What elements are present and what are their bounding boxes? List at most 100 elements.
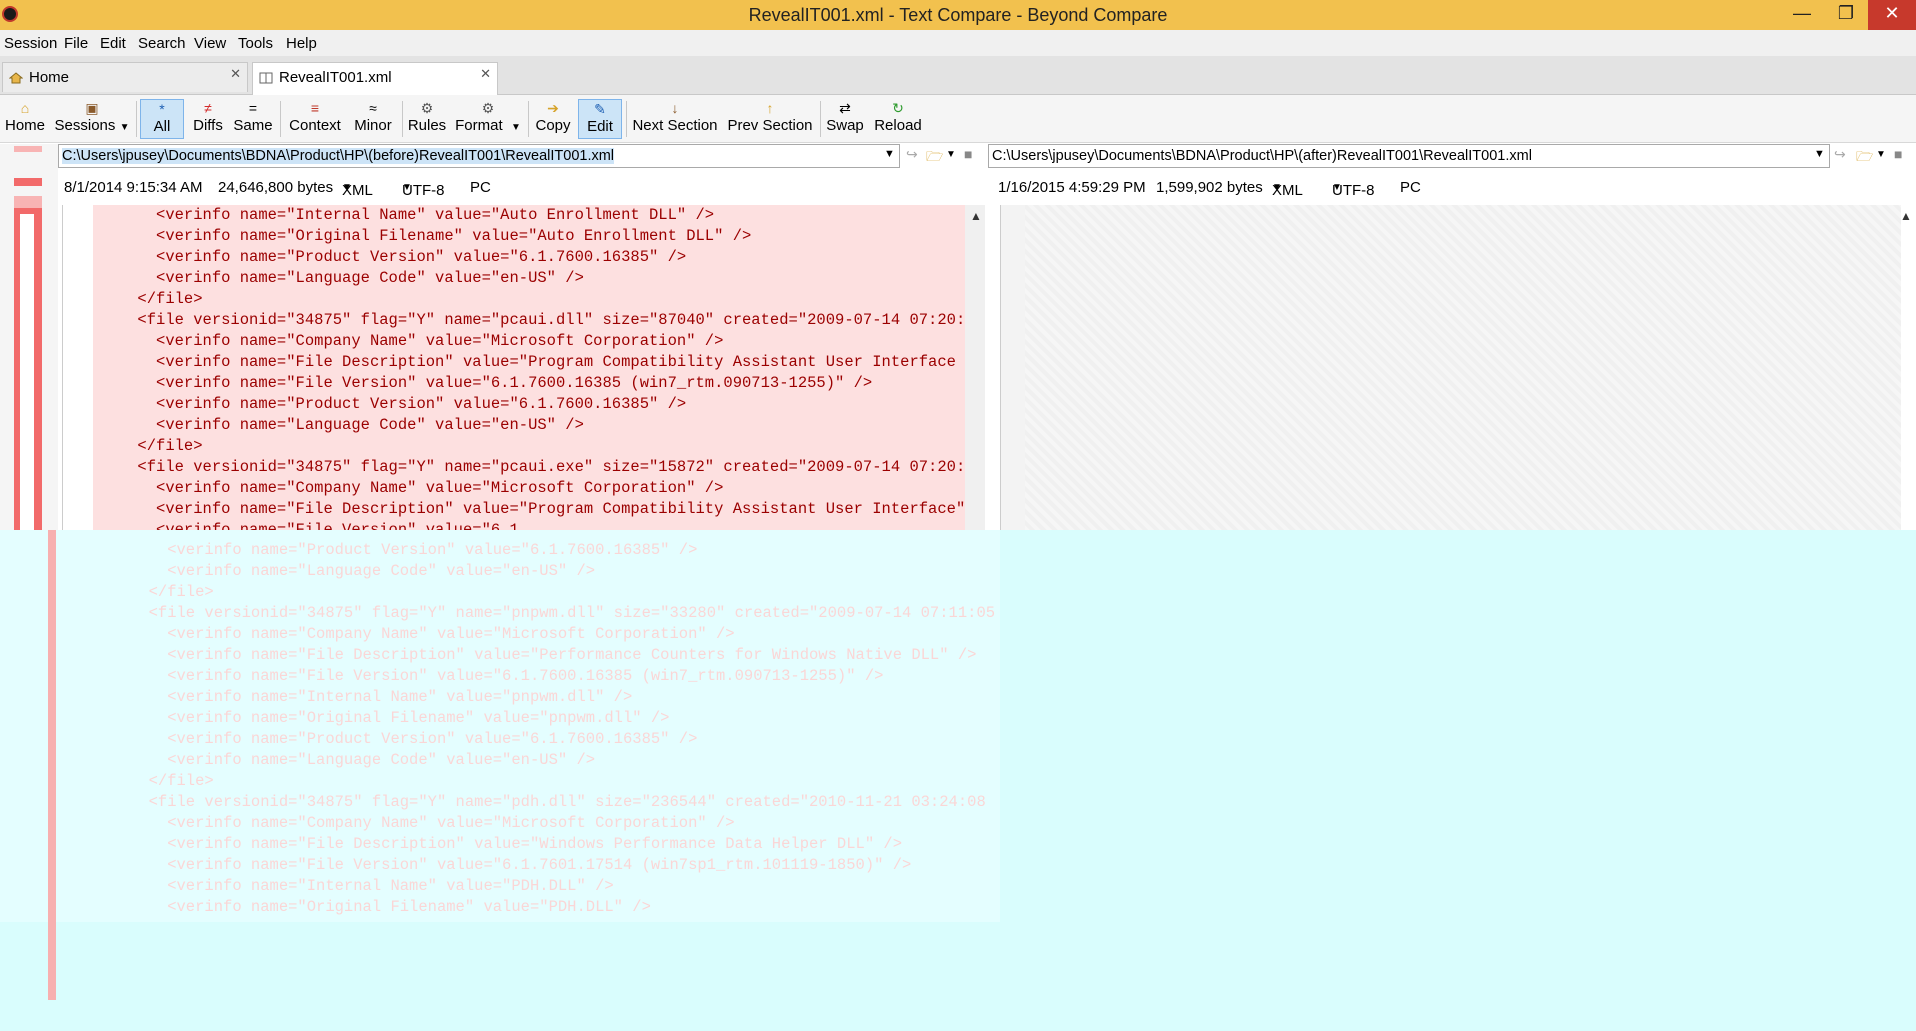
ghost-code-line: <verinfo name="Company Name" value="Micr… <box>130 625 735 643</box>
left-scrollbar[interactable] <box>965 205 985 543</box>
file-date: 8/1/2014 9:15:34 AM <box>64 179 203 196</box>
open-folder-icon[interactable]: 🗁 <box>926 146 943 170</box>
sessions-button[interactable]: ▣ Sessions ▼ <box>54 99 130 139</box>
edit-button[interactable]: ✎ Edit <box>578 99 622 139</box>
chevron-down-icon[interactable]: ▼ <box>884 148 895 160</box>
ghost-code-line: <verinfo name="Product Version" value="6… <box>130 541 698 559</box>
menu-edit[interactable]: Edit <box>100 35 126 52</box>
context-icon: ≡ <box>310 100 320 116</box>
code-line: <verinfo name="Internal Name" value="Aut… <box>63 206 715 224</box>
format-button[interactable]: ⚙ Format ▼ <box>454 99 522 139</box>
ghost-code-line: <verinfo name="Internal Name" value="pnp… <box>130 688 633 706</box>
left-text-pane[interactable]: <verinfo name="Internal Name" value="Aut… <box>62 205 966 543</box>
code-line: <verinfo name="Company Name" value="Micr… <box>63 332 724 350</box>
code-line: <verinfo name="Product Version" value="6… <box>63 248 687 266</box>
right-text-pane[interactable] <box>1000 205 1901 531</box>
menu-tools[interactable]: Tools <box>238 35 273 52</box>
compare-doc-icon <box>259 72 273 84</box>
rules-icon: ⚙ <box>420 100 434 116</box>
save-icon[interactable]: ■ <box>964 146 972 162</box>
tab-label: RevealIT001.xml <box>279 69 392 86</box>
history-icon[interactable]: ↪ <box>906 146 918 163</box>
code-line: <verinfo name="Language Code" value="en-… <box>63 269 584 287</box>
line-ending-label: PC <box>1400 179 1421 196</box>
rules-button[interactable]: ⚙ Rules <box>406 99 448 139</box>
reload-icon: ↻ <box>892 100 904 116</box>
ghosted-code-lines: <verinfo name="Product Version" value="6… <box>130 540 995 918</box>
right-path-row: C:\Users\jpusey\Documents\BDNA\Product\H… <box>988 144 1916 170</box>
right-path-input[interactable]: C:\Users\jpusey\Documents\BDNA\Product\H… <box>988 144 1830 168</box>
restore-button[interactable]: ❐ <box>1824 0 1868 30</box>
minor-button[interactable]: ≈ Minor <box>350 99 396 139</box>
ghost-code-line: <verinfo name="File Description" value="… <box>130 646 977 664</box>
tab-compare[interactable]: RevealIT001.xml ✕ <box>252 62 498 95</box>
toolbar: ⌂ Home ▣ Sessions ▼ * All ≠ Diffs = Same… <box>0 95 1916 143</box>
reload-button[interactable]: ↻ Reload <box>872 99 924 139</box>
close-button[interactable]: ✕ <box>1868 0 1916 30</box>
home-icon <box>9 72 23 84</box>
ghost-code-line: </file> <box>130 772 214 790</box>
ghost-code-line: <file versionid="34875" flag="Y" name="p… <box>130 793 986 811</box>
code-line: <file versionid="34875" flag="Y" name="p… <box>63 311 966 329</box>
chevron-down-icon[interactable]: ▼ <box>1876 149 1886 160</box>
same-filter-button[interactable]: = Same <box>232 99 274 139</box>
code-line: <verinfo name="Original Filename" value=… <box>63 227 752 245</box>
arrow-right-icon: ➔ <box>547 100 559 116</box>
ghost-code-line: <verinfo name="File Version" value="6.1.… <box>130 856 912 874</box>
copy-button[interactable]: ➔ Copy <box>532 99 574 139</box>
chevron-down-icon[interactable]: ▼ <box>946 149 956 160</box>
menu-view[interactable]: View <box>194 35 226 52</box>
chevron-down-icon[interactable]: ▼ <box>1814 148 1825 160</box>
home-icon: ⌂ <box>20 100 30 116</box>
menu-bar: Session File Edit Search View Tools Help <box>0 30 1916 56</box>
open-folder-icon[interactable]: 🗁 <box>1856 146 1873 170</box>
left-code-lines: <verinfo name="Internal Name" value="Aut… <box>63 205 966 541</box>
left-path-input[interactable]: C:\Users\jpusey\Documents\BDNA\Product\H… <box>58 144 900 168</box>
file-size: 1,599,902 bytes <box>1156 179 1263 196</box>
scroll-up-icon[interactable]: ▲ <box>1900 209 1912 223</box>
left-info-bar: 8/1/2014 9:15:34 AM 24,646,800 bytes XML… <box>64 179 491 199</box>
briefcase-icon: ▣ <box>85 100 99 116</box>
edit-icon: ✎ <box>594 101 606 117</box>
right-info-bar: 1/16/2015 4:59:29 PM 1,599,902 bytes XML… <box>998 179 1421 199</box>
ghost-code-line: <verinfo name="Company Name" value="Micr… <box>130 814 735 832</box>
file-size: 24,646,800 bytes <box>218 179 334 196</box>
home-button[interactable]: ⌂ Home <box>2 99 48 139</box>
arrow-down-icon: ↓ <box>671 100 679 116</box>
context-button[interactable]: ≡ Context <box>286 99 344 139</box>
asterisk-icon: * <box>159 101 165 117</box>
menu-help[interactable]: Help <box>286 35 317 52</box>
minimize-button[interactable]: — <box>1780 0 1824 30</box>
scroll-up-icon[interactable]: ▲ <box>970 209 982 223</box>
save-icon[interactable]: ■ <box>1894 146 1902 162</box>
code-line: <verinfo name="Company Name" value="Micr… <box>63 479 724 497</box>
menu-session[interactable]: Session <box>4 35 57 52</box>
not-equal-icon: ≠ <box>204 100 212 116</box>
close-icon[interactable]: ✕ <box>230 66 241 82</box>
next-section-button[interactable]: ↓ Next Section <box>630 99 720 139</box>
prev-section-button[interactable]: ↑ Prev Section <box>724 99 816 139</box>
left-path-row: C:\Users\jpusey\Documents\BDNA\Product\H… <box>58 144 988 170</box>
diffs-filter-button[interactable]: ≠ Diffs <box>188 99 228 139</box>
window-title: RevealIT001.xml - Text Compare - Beyond … <box>748 5 1168 25</box>
tab-home[interactable]: Home ✕ <box>2 62 248 92</box>
menu-search[interactable]: Search <box>138 35 186 52</box>
close-icon[interactable]: ✕ <box>480 66 491 82</box>
history-icon[interactable]: ↪ <box>1834 146 1846 163</box>
ghost-code-line: <verinfo name="Product Version" value="6… <box>130 730 698 748</box>
tab-label: Home <box>29 69 70 86</box>
swap-button[interactable]: ⇄ Swap <box>824 99 866 139</box>
menu-file[interactable]: File <box>64 35 88 52</box>
code-line: <verinfo name="File Description" value="… <box>63 500 966 518</box>
code-line: <file versionid="34875" flag="Y" name="p… <box>63 458 966 476</box>
code-line: <verinfo name="Language Code" value="en-… <box>63 416 584 434</box>
ghost-code-line: <verinfo name="File Version" value="6.1.… <box>130 667 884 685</box>
all-filter-button[interactable]: * All <box>140 99 184 139</box>
ghost-code-line: </file> <box>130 583 214 601</box>
title-bar: RevealIT001.xml - Text Compare - Beyond … <box>0 0 1916 30</box>
code-line: <verinfo name="Product Version" value="6… <box>63 395 687 413</box>
approx-icon: ≈ <box>369 100 377 116</box>
code-line: <verinfo name="File Description" value="… <box>63 353 966 371</box>
equal-icon: = <box>248 100 258 116</box>
file-date: 1/16/2015 4:59:29 PM <box>998 179 1146 196</box>
